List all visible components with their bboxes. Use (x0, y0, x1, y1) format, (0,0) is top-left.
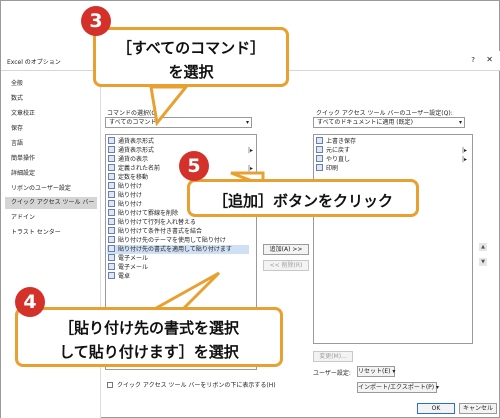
step-3-badge: 3 (81, 6, 111, 36)
command-icon (108, 137, 115, 144)
chevron-down-icon: ▾ (245, 119, 249, 126)
sidebar-item-accessibility[interactable]: 簡単操作 (5, 153, 97, 165)
save-icon (316, 137, 323, 144)
list-item[interactable]: 上書き保存 (316, 137, 456, 146)
import-export-button[interactable]: インポート/エクスポート(P) ▾ (357, 382, 439, 393)
close-icon[interactable]: ✕ (486, 55, 493, 64)
checkbox-label: クイック アクセス ツール バーをリボンの下に表示する(H) (117, 382, 276, 389)
list-item[interactable]: 定義された名前 |▸ (108, 164, 253, 173)
qat-scope-dropdown[interactable]: すべてのドキュメントに適用 (既定) ▾ (313, 117, 465, 128)
callout-5-text: ［追加］ボタンをクリック (212, 192, 393, 210)
list-item[interactable]: 元に戻す |▸ (316, 146, 467, 155)
callout-4-line1: ［貼り付け先の書式を選択 (58, 319, 239, 337)
checkbox[interactable] (107, 382, 113, 388)
submenu-arrow-icon: |▸ (462, 147, 468, 154)
sidebar-item-proofing[interactable]: 文章校正 (5, 108, 97, 120)
user-settings-label: ユーザー設定: (313, 370, 351, 377)
show-below-ribbon-checkbox[interactable]: クイック アクセス ツール バーをリボンの下に表示する(H) (107, 380, 276, 389)
command-choose-dropdown[interactable]: すべてのコマンド ▾ (105, 117, 252, 128)
sidebar-item-quick-access-toolbar[interactable]: クイック アクセス ツール バー (5, 197, 97, 209)
list-item[interactable]: やり直し |▸ (316, 155, 467, 164)
help-icon[interactable]: ? (471, 56, 475, 64)
chevron-down-icon: ▾ (458, 119, 462, 126)
paste-icon (108, 209, 115, 216)
move-down-icon[interactable]: ▼ (479, 258, 487, 266)
list-item[interactable]: 電卓 (108, 272, 248, 281)
command-icon (108, 146, 115, 153)
command-choose-value: すべてのコマンド (109, 119, 157, 126)
paste-icon (108, 236, 115, 243)
dialog-title: Excel のオプション (7, 59, 61, 66)
command-choose-label: コマンドの選択(C): (107, 110, 160, 117)
paste-icon (108, 227, 115, 234)
sidebar-item-advanced[interactable]: 詳細設定 (5, 168, 97, 180)
callout-5: ［追加］ボタンをクリック (187, 179, 419, 217)
list-item[interactable]: 印刷 (316, 164, 456, 173)
list-item[interactable]: 貼り付け先のテーマを使用して貼り付け (108, 236, 248, 245)
mail-icon (108, 254, 115, 261)
list-item[interactable]: 電子メール (108, 254, 248, 263)
undo-icon (316, 146, 323, 153)
remove-button[interactable]: << 削除(R) (263, 260, 309, 271)
excel-options-dialog: Excel のオプション ? ✕ 全般 数式 文章校正 保存 言語 簡単操作 詳… (0, 0, 500, 418)
submenu-arrow-icon: |▸ (462, 156, 468, 163)
reset-button[interactable]: リセット(E) ▾ (357, 366, 395, 377)
qat-list[interactable]: 上書き保存 元に戻す |▸ やり直し |▸ 印刷 (313, 134, 473, 344)
cancel-button[interactable]: キャンセル (459, 403, 497, 414)
redo-icon (316, 155, 323, 162)
submenu-arrow-icon: |▸ (248, 165, 254, 172)
sidebar-item-customize-ribbon[interactable]: リボンのユーザー設定 (5, 183, 97, 195)
paste-icon (108, 245, 115, 252)
list-item[interactable]: 貼り付けて条件付き書式を結合 (108, 227, 248, 236)
callout-3-line1: ［すべてのコマンド］ (116, 39, 266, 57)
command-icon (108, 164, 115, 171)
command-icon (108, 155, 115, 162)
calculator-icon (108, 272, 115, 279)
add-button[interactable]: 追加(A) >> (263, 244, 309, 255)
sidebar-item-save[interactable]: 保存 (5, 123, 97, 135)
command-icon (108, 173, 115, 180)
qat-scope-value: すべてのドキュメントに適用 (既定) (317, 119, 413, 126)
callout-3: ［すべてのコマンド］ を選択 (93, 27, 289, 87)
paste-icon (108, 218, 115, 225)
list-item-selected[interactable]: 貼り付け先の書式を適用して貼り付けます (107, 245, 249, 254)
qat-customize-label: クイック アクセス ツール バーのユーザー設定(Q): (316, 110, 453, 117)
callout-3-line2: を選択 (168, 63, 214, 81)
paste-icon (108, 191, 115, 198)
sidebar-item-general[interactable]: 全般 (5, 78, 97, 90)
print-icon (316, 164, 323, 171)
sidebar-item-addins[interactable]: アドイン (5, 212, 97, 224)
list-item[interactable]: 通貨の表示 (108, 155, 248, 164)
paste-icon (108, 182, 115, 189)
ok-button[interactable]: OK (417, 403, 455, 414)
submenu-arrow-icon: |▸ (248, 147, 254, 154)
callout-4-line2: して貼り付けます］を選択 (59, 343, 239, 361)
list-item[interactable]: 電子メール (108, 263, 248, 272)
modify-button[interactable]: 変更(M)... (313, 351, 353, 362)
step-4-badge: 4 (15, 287, 45, 317)
mail-icon (108, 263, 115, 270)
list-item[interactable]: 貼り付けて行列を入れ替える (108, 218, 248, 227)
list-item[interactable]: 通貨表示形式 (108, 137, 248, 146)
paste-icon (108, 200, 115, 207)
callout-4: ［貼り付け先の書式を選択 して貼り付けます］を選択 (15, 307, 283, 367)
step-5-badge: 5 (179, 151, 209, 181)
list-item[interactable]: 通貨表示形式 |▸ (108, 146, 253, 155)
sidebar-item-language[interactable]: 言語 (5, 138, 97, 150)
sidebar-item-trust-center[interactable]: トラスト センター (5, 227, 97, 239)
move-up-icon[interactable]: ▲ (479, 243, 487, 251)
sidebar-item-formulas[interactable]: 数式 (5, 93, 97, 105)
